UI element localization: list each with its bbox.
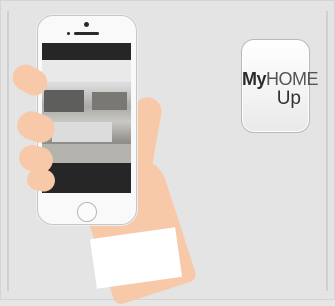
photo-window: [44, 90, 84, 112]
phone-camera-icon: [84, 22, 89, 27]
phone-sensor-icon: [67, 32, 70, 35]
app-icon-title: MyHOME: [242, 69, 319, 89]
photo-ceiling: [42, 60, 131, 82]
room-photo: [42, 60, 131, 163]
myhome-up-app-icon[interactable]: MyHOME Up: [241, 39, 319, 133]
photo-counter: [52, 122, 112, 142]
frame-edge-left: [7, 11, 9, 291]
app-icon-home: HOME: [266, 69, 319, 89]
frame-edge-right: [326, 11, 328, 291]
photo-window-right: [92, 92, 127, 110]
app-icon-my: My: [242, 69, 267, 89]
app-icon-up: Up: [276, 88, 301, 109]
illustration-frame: MyHOME Up: [0, 0, 335, 306]
phone-home-button: [77, 202, 97, 222]
phone-screen: [42, 43, 131, 193]
phone-speaker-icon: [74, 32, 99, 35]
photo-floor: [42, 144, 131, 163]
